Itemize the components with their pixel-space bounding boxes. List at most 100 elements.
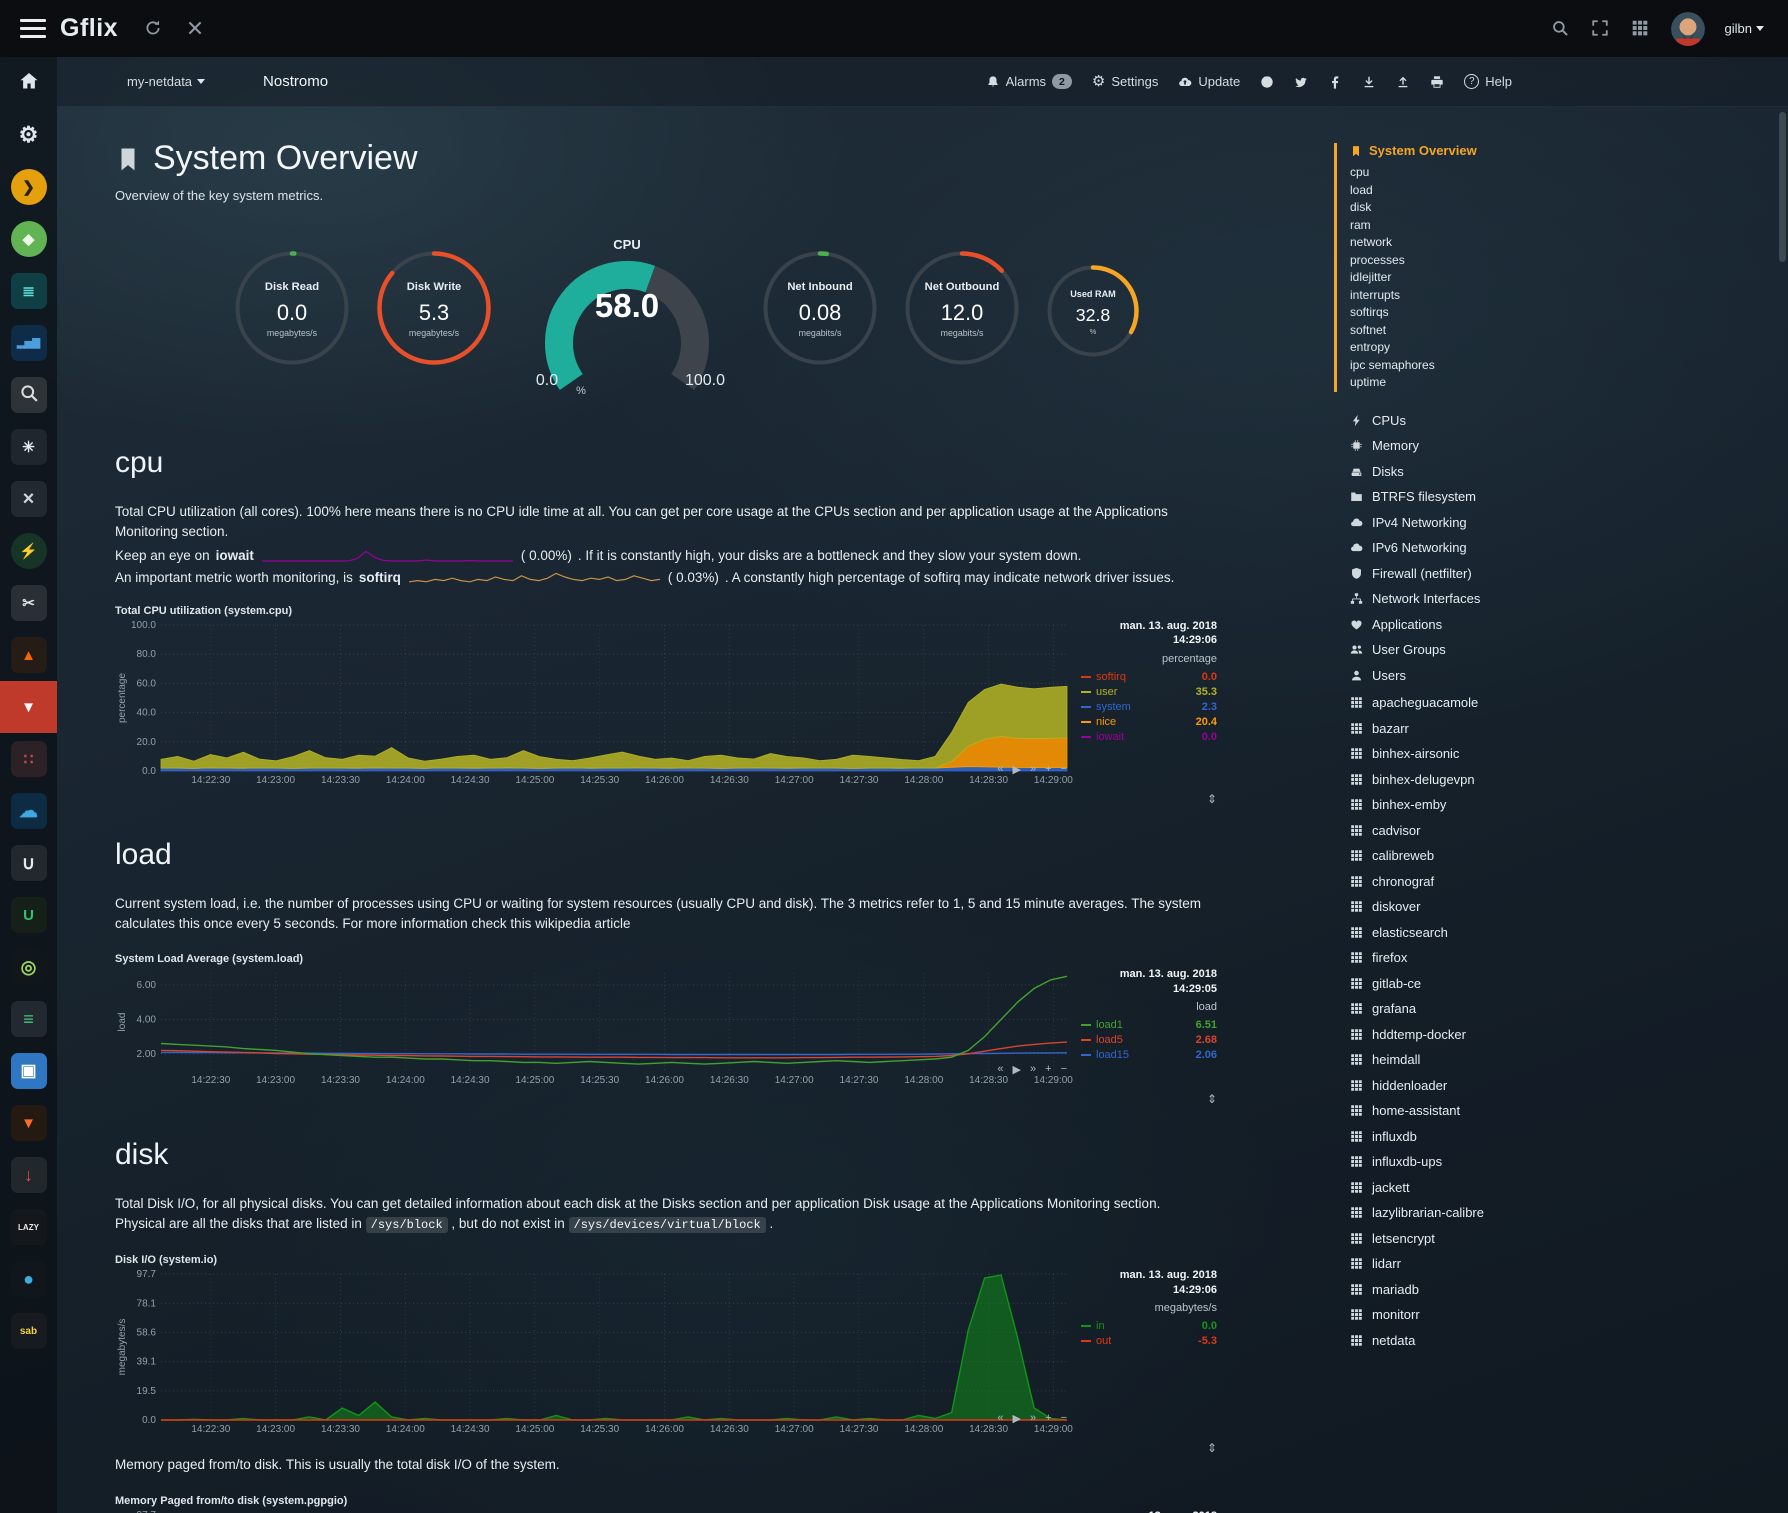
nav-app-jackett[interactable]: jackett: [1350, 1175, 1788, 1201]
sidebar-reel-icon[interactable]: ✳: [0, 421, 57, 473]
play-button[interactable]: ▶: [1013, 1412, 1021, 1425]
nav-sub-load[interactable]: load: [1350, 182, 1788, 200]
nav-app-binhex-airsonic[interactable]: binhex-airsonic: [1350, 741, 1788, 767]
nav-sub-uptime[interactable]: uptime: [1350, 374, 1788, 392]
nav-app-bazarr[interactable]: bazarr: [1350, 716, 1788, 742]
sidebar-grafana-flame-icon[interactable]: ▲: [0, 629, 57, 681]
nav-sub-processes[interactable]: processes: [1350, 252, 1788, 270]
nav-sub-entropy[interactable]: entropy: [1350, 339, 1788, 357]
sidebar-airsonic-bars-icon[interactable]: ▂▅▇: [0, 317, 57, 369]
sidebar-netdata-icon[interactable]: ▼: [0, 681, 57, 733]
cpu-gauge[interactable]: CPU58.00.0100.0%: [517, 233, 737, 400]
chart-resize-handle[interactable]: ⇕: [1207, 792, 1217, 806]
legend-entry-load15[interactable]: load15 2.06: [1081, 1049, 1217, 1061]
sidebar-droplet-icon[interactable]: ●: [0, 1253, 57, 1305]
pan-forward-button[interactable]: »: [1030, 1412, 1036, 1425]
sidebar-home-icon[interactable]: [0, 57, 57, 109]
settings-button[interactable]: ⚙Settings: [1092, 74, 1158, 89]
used-ram-gauge[interactable]: Used RAM32.8%: [1045, 263, 1141, 364]
legend-entry-softirq[interactable]: softirq 0.0: [1081, 671, 1217, 683]
nav-app-lazylibrarian-calibre[interactable]: lazylibrarian-calibre: [1350, 1200, 1788, 1226]
chart-plot-area[interactable]: 0.020.040.060.080.0100.014:22:3014:23:00…: [115, 619, 1077, 792]
nav-section-user-groups[interactable]: User Groups: [1350, 637, 1788, 663]
nav-sub-interrupts[interactable]: interrupts: [1350, 287, 1788, 305]
sidebar-plex-icon[interactable]: ❯: [0, 161, 57, 213]
pan-forward-button[interactable]: »: [1030, 763, 1036, 776]
sidebar-gitlab-icon[interactable]: ▼: [0, 1097, 57, 1149]
nav-sub-ipc-semaphores[interactable]: ipc semaphores: [1350, 357, 1788, 375]
sidebar-duplicati-icon[interactable]: ⚡: [0, 525, 57, 577]
sidebar-scissors-icon[interactable]: ✂: [0, 577, 57, 629]
nav-app-diskover[interactable]: diskover: [1350, 894, 1788, 920]
nav-app-influxdb-ups[interactable]: influxdb-ups: [1350, 1149, 1788, 1175]
close-icon[interactable]: [186, 19, 206, 39]
sidebar-horseshoe-icon[interactable]: ∪: [0, 837, 57, 889]
nav-sub-softirqs[interactable]: softirqs: [1350, 304, 1788, 322]
nav-sub-network[interactable]: network: [1350, 234, 1788, 252]
nav-section-firewall-netfilter[interactable]: Firewall (netfilter): [1350, 561, 1788, 587]
legend-entry-nice[interactable]: nice 20.4: [1081, 716, 1217, 728]
sidebar-jackett-search-icon[interactable]: [0, 369, 57, 421]
sidebar-sonarr-icon[interactable]: ◆: [0, 213, 57, 265]
nav-app-binhex-delugevpn[interactable]: binhex-delugevpn: [1350, 767, 1788, 793]
disk-write-gauge[interactable]: Disk Write5.3megabytes/s: [375, 249, 493, 372]
nav-app-cadvisor[interactable]: cadvisor: [1350, 818, 1788, 844]
nav-section-memory[interactable]: Memory: [1350, 433, 1788, 459]
nav-sub-softnet[interactable]: softnet: [1350, 322, 1788, 340]
alarms-button[interactable]: Alarms2: [986, 74, 1072, 89]
sidebar-bazarr-icon[interactable]: ∷: [0, 733, 57, 785]
legend-entry-load5[interactable]: load5 2.68: [1081, 1034, 1217, 1046]
nav-app-heimdall[interactable]: heimdall: [1350, 1047, 1788, 1073]
legend-entry-load1[interactable]: load1 6.51: [1081, 1019, 1217, 1031]
sidebar-red-down-icon[interactable]: ↓: [0, 1149, 57, 1201]
nav-app-elasticsearch[interactable]: elasticsearch: [1350, 920, 1788, 946]
nav-app-hddtemp-docker[interactable]: hddtemp-docker: [1350, 1022, 1788, 1048]
pan-forward-button[interactable]: »: [1030, 1063, 1036, 1076]
refresh-icon[interactable]: [144, 19, 164, 39]
hamburger-menu-icon[interactable]: [20, 19, 46, 38]
pan-back-button[interactable]: «: [997, 763, 1003, 776]
page-scrollbar[interactable]: [1779, 112, 1786, 262]
nav-app-home-assistant[interactable]: home-assistant: [1350, 1098, 1788, 1124]
chart-plot-area[interactable]: 2.004.006.0014:22:3014:23:0014:23:3014:2…: [115, 967, 1077, 1092]
import-button[interactable]: [1362, 75, 1376, 89]
nav-app-grafana[interactable]: grafana: [1350, 996, 1788, 1022]
chart-plot-area[interactable]: 0.019.539.158.678.197.714:22:3014:23:001…: [115, 1509, 1077, 1513]
help-button[interactable]: ?Help: [1464, 74, 1512, 89]
nav-app-hiddenloader[interactable]: hiddenloader: [1350, 1073, 1788, 1099]
nav-section-applications[interactable]: Applications: [1350, 612, 1788, 638]
legend-entry-user[interactable]: user 35.3: [1081, 686, 1217, 698]
disk-read-gauge[interactable]: Disk Read0.0megabytes/s: [233, 249, 351, 372]
chart-resize-handle[interactable]: ⇕: [1207, 1441, 1217, 1455]
zoom-out-button[interactable]: −: [1061, 1412, 1067, 1425]
pan-back-button[interactable]: «: [997, 1412, 1003, 1425]
update-button[interactable]: Update: [1178, 74, 1240, 89]
sidebar-heimdall-icon[interactable]: ▣: [0, 1045, 57, 1097]
zoom-in-button[interactable]: +: [1045, 763, 1051, 776]
sidebar-sabnzbd-icon[interactable]: sab: [0, 1305, 57, 1357]
nav-app-chronograf[interactable]: chronograf: [1350, 869, 1788, 895]
nav-app-mariadb[interactable]: mariadb: [1350, 1277, 1788, 1303]
facebook-button[interactable]: [1328, 75, 1342, 89]
nav-sub-idlejitter[interactable]: idlejitter: [1350, 269, 1788, 287]
apps-grid-icon[interactable]: [1631, 19, 1651, 39]
sidebar-compass-icon[interactable]: ×: [0, 473, 57, 525]
nav-app-firefox[interactable]: firefox: [1350, 945, 1788, 971]
zoom-out-button[interactable]: −: [1061, 763, 1067, 776]
sidebar-ring-icon[interactable]: ◎: [0, 941, 57, 993]
nav-app-netdata[interactable]: netdata: [1350, 1328, 1788, 1354]
username-dropdown[interactable]: gilbn: [1725, 21, 1764, 36]
nav-app-monitorr[interactable]: monitorr: [1350, 1302, 1788, 1328]
nav-section-ipv6-networking[interactable]: IPv6 Networking: [1350, 535, 1788, 561]
chart-resize-handle[interactable]: ⇕: [1207, 1092, 1217, 1106]
print-button[interactable]: [1430, 75, 1444, 89]
search-icon[interactable]: [1551, 19, 1571, 39]
sidebar-status-lines-icon[interactable]: ≡: [0, 993, 57, 1045]
zoom-in-button[interactable]: +: [1045, 1063, 1051, 1076]
nav-sub-disk[interactable]: disk: [1350, 199, 1788, 217]
chart-plot-area[interactable]: 0.019.539.158.678.197.714:22:3014:23:001…: [115, 1268, 1077, 1441]
nav-sub-ram[interactable]: ram: [1350, 217, 1788, 235]
nav-section-disks[interactable]: Disks: [1350, 459, 1788, 485]
nav-app-calibreweb[interactable]: calibreweb: [1350, 843, 1788, 869]
nav-app-gitlab-ce[interactable]: gitlab-ce: [1350, 971, 1788, 997]
